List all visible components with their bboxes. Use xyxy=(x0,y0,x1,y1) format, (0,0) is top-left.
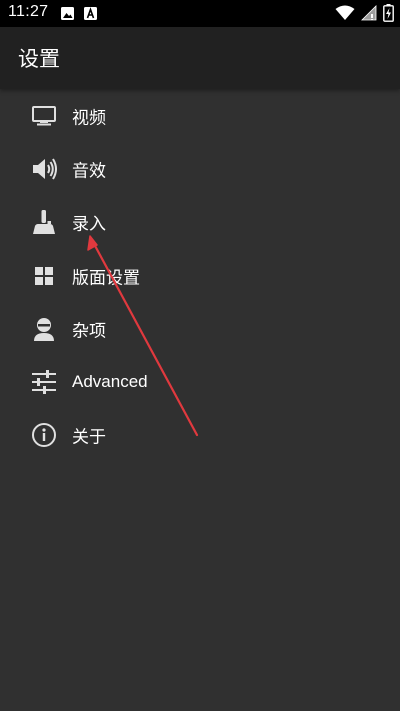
settings-screen: 11:27 设置 视频 音效 录入 版面设置 杂项 Advanced 关于 xyxy=(0,0,400,711)
sliders-icon xyxy=(30,368,58,396)
menu-item-label: Advanced xyxy=(72,372,148,392)
speaker-icon xyxy=(30,155,58,183)
person-icon xyxy=(30,315,58,343)
status-system-icons xyxy=(335,4,394,26)
menu-item-label: 杂项 xyxy=(72,321,106,342)
menu-item-video[interactable]: 视频 xyxy=(0,89,400,142)
wifi-icon xyxy=(335,5,355,25)
menu-item-label: 录入 xyxy=(72,214,106,235)
menu-item-misc[interactable]: 杂项 xyxy=(0,302,400,355)
menu-item-label: 关于 xyxy=(72,427,106,448)
text-a-icon xyxy=(83,6,98,25)
status-time: 11:27 xyxy=(8,3,49,20)
joystick-icon xyxy=(30,208,58,236)
app-bar: 设置 xyxy=(0,27,400,89)
page-title: 设置 xyxy=(18,47,60,71)
menu-item-label: 音效 xyxy=(72,161,106,182)
info-icon xyxy=(30,421,58,449)
image-icon xyxy=(60,6,75,25)
battery-charging-icon xyxy=(383,4,394,26)
menu-item-label: 视频 xyxy=(72,108,106,129)
settings-menu: 视频 音效 录入 版面设置 杂项 Advanced 关于 xyxy=(0,89,400,462)
signal-icon xyxy=(361,5,377,25)
status-notification-icons xyxy=(60,6,98,25)
menu-item-input[interactable]: 录入 xyxy=(0,196,400,249)
menu-item-audio[interactable]: 音效 xyxy=(0,142,400,195)
status-bar: 11:27 xyxy=(0,0,400,27)
menu-item-about[interactable]: 关于 xyxy=(0,409,400,462)
grid-icon xyxy=(30,262,58,290)
menu-item-advanced[interactable]: Advanced xyxy=(0,355,400,408)
monitor-icon xyxy=(30,102,58,130)
menu-item-label: 版面设置 xyxy=(72,268,140,289)
menu-item-layout[interactable]: 版面设置 xyxy=(0,249,400,302)
